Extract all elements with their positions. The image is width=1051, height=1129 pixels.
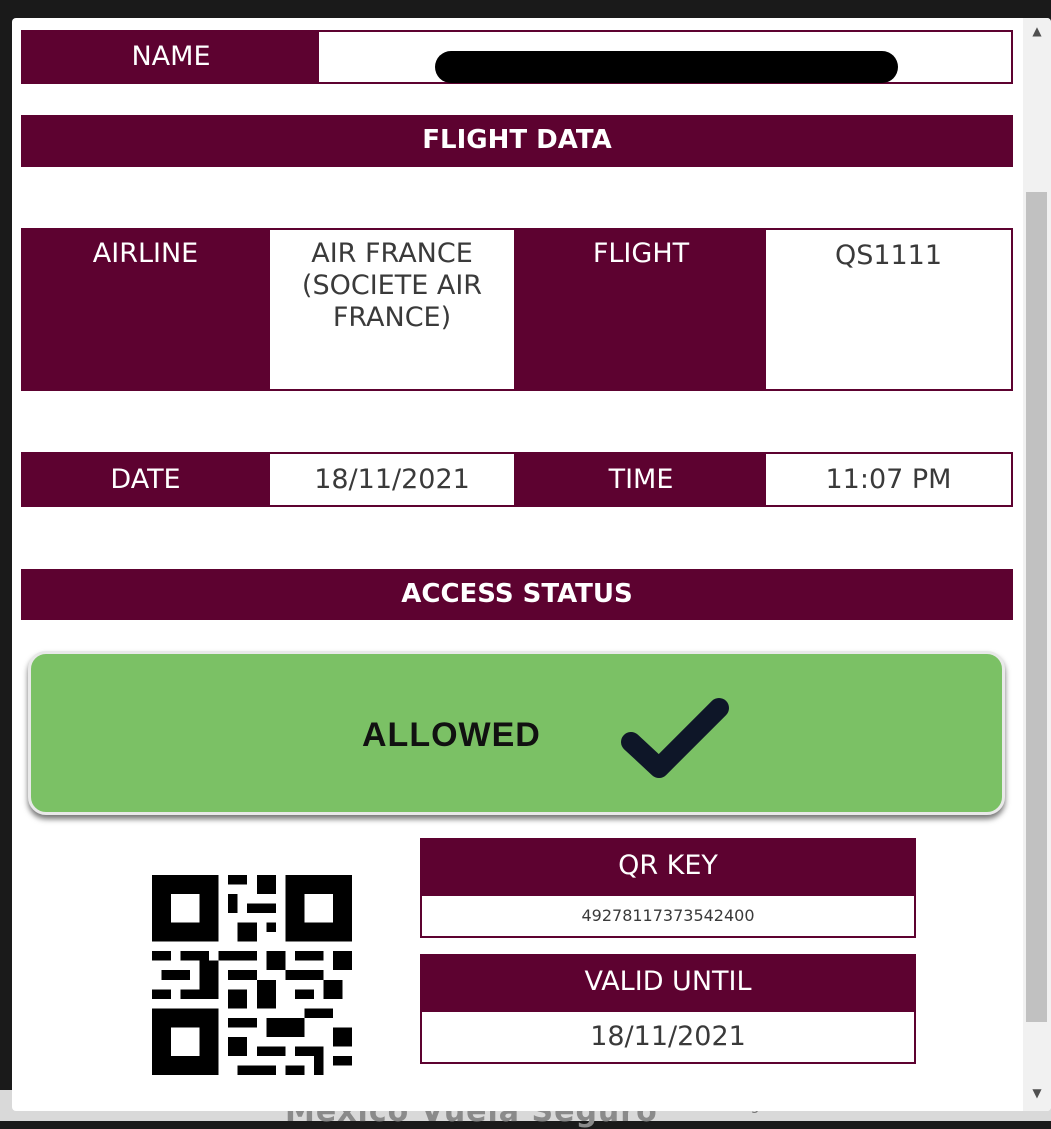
qr-code-image: [152, 875, 352, 1075]
name-row: NAME: [21, 30, 1013, 84]
valid-until-value: 18/11/2021: [420, 1010, 916, 1064]
access-dialog: NAME FLIGHT DATA AIRLINE AIR FRANCE (SOC…: [12, 18, 1051, 1111]
valid-until-label: VALID UNTIL: [420, 954, 916, 1012]
check-icon: [621, 698, 729, 778]
scroll-down-arrow-icon[interactable]: ▼: [1023, 1086, 1051, 1100]
scrollbar[interactable]: ▲ ▼: [1023, 18, 1051, 1111]
date-label: DATE: [21, 452, 270, 507]
time-value: 11:07 PM: [764, 452, 1013, 507]
qr-key-label: QR KEY: [420, 838, 916, 896]
airline-label: AIRLINE: [21, 228, 270, 391]
status-label: ALLOWED: [362, 716, 541, 754]
name-value-redacted: [435, 51, 898, 83]
scroll-up-arrow-icon[interactable]: ▲: [1023, 24, 1051, 38]
date-value: 18/11/2021: [268, 452, 516, 507]
access-status-header: ACCESS STATUS: [21, 569, 1013, 620]
scrollbar-thumb[interactable]: [1026, 192, 1047, 1022]
flight-label: FLIGHT: [516, 228, 766, 391]
qr-key-value: 492781173735424​00: [420, 894, 916, 938]
flight-data-header: FLIGHT DATA: [21, 115, 1013, 167]
access-status-allowed: ALLOWED: [28, 651, 1005, 815]
flight-value: QS1111: [764, 228, 1013, 391]
time-label: TIME: [516, 452, 766, 507]
name-label: NAME: [23, 32, 319, 82]
airline-value: AIR FRANCE (SOCIETE AIR FRANCE): [268, 228, 516, 391]
